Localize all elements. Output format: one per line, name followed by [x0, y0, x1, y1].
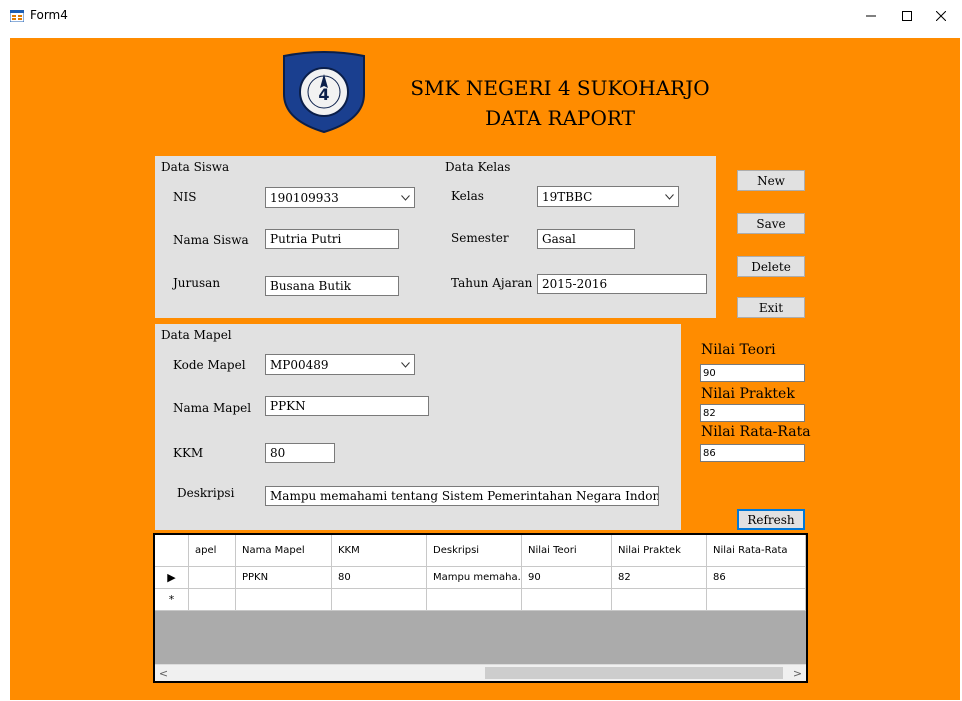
kelas-label: Kelas [451, 189, 484, 203]
window-title: Form4 [30, 8, 68, 22]
save-button[interactable]: Save [737, 213, 805, 234]
nama-siswa-label: Nama Siswa [173, 233, 249, 247]
jurusan-label: Jurusan [173, 276, 221, 290]
nis-label: NIS [173, 190, 197, 204]
page-title: DATA RAPORT [485, 106, 635, 130]
form-app-icon [10, 10, 24, 22]
table-cell[interactable] [189, 589, 236, 611]
column-header[interactable]: apel [189, 535, 236, 567]
data-siswa-title: Data Siswa [161, 160, 230, 174]
column-header[interactable]: Nilai Praktek [612, 535, 707, 567]
kode-mapel-label: Kode Mapel [173, 358, 246, 372]
table-cell[interactable] [707, 589, 806, 611]
kkm-input[interactable]: 80 [265, 443, 335, 463]
nilai-rata-rata-input[interactable]: 86 [700, 444, 805, 462]
nilai-praktek-input[interactable]: 82 [700, 404, 805, 422]
nilai-praktek-label: Nilai Praktek [701, 386, 795, 402]
scroll-right-icon[interactable]: > [789, 665, 806, 681]
minimize-icon [866, 15, 876, 17]
nilai-teori-label: Nilai Teori [701, 342, 776, 358]
kkm-label: KKM [173, 446, 204, 460]
row-selector-icon[interactable]: ▶ [155, 567, 189, 589]
table-cell[interactable]: PPKN [236, 567, 332, 589]
table-row-new[interactable]: * [155, 589, 806, 611]
nama-siswa-input[interactable]: Putria Putri [265, 229, 399, 249]
chevron-down-icon [396, 355, 414, 374]
svg-text:4: 4 [318, 85, 329, 104]
grid-corner-header [155, 535, 189, 567]
title-bar: Form4 [0, 0, 962, 32]
tahun-ajaran-input[interactable]: 2015-2016 [537, 274, 707, 294]
deskripsi-label: Deskripsi [177, 486, 235, 500]
table-cell[interactable] [522, 589, 612, 611]
semester-label: Semester [451, 231, 509, 245]
nis-combo-value: 190109933 [270, 190, 339, 205]
table-cell[interactable] [427, 589, 522, 611]
table-cell[interactable] [236, 589, 332, 611]
data-kelas-title: Data Kelas [445, 160, 511, 174]
close-button[interactable] [918, 0, 962, 32]
close-icon [936, 11, 946, 21]
exit-button[interactable]: Exit [737, 297, 805, 318]
table-cell[interactable] [189, 567, 236, 589]
tahun-ajaran-label: Tahun Ajaran [451, 276, 533, 290]
form-client-area: 4 SMK NEGERI 4 SUKOHARJO DATA RAPORT Dat… [10, 38, 960, 700]
raport-data-grid[interactable]: apel Nama Mapel KKM Deskripsi Nilai Teor… [153, 533, 808, 683]
school-logo: 4 [283, 51, 365, 134]
table-cell[interactable] [332, 589, 427, 611]
nilai-teori-input[interactable]: 90 [700, 364, 805, 382]
refresh-button[interactable]: Refresh [737, 509, 805, 530]
grid-header-row: apel Nama Mapel KKM Deskripsi Nilai Teor… [155, 535, 806, 567]
chevron-down-icon [396, 188, 414, 207]
column-header[interactable]: Nilai Rata-Rata [707, 535, 806, 567]
nama-mapel-input[interactable]: PPKN [265, 396, 429, 416]
nis-combo[interactable]: 190109933 [265, 187, 415, 208]
deskripsi-input[interactable]: Mampu memahami tentang Sistem Pemerintah… [265, 486, 659, 506]
table-cell[interactable]: Mampu memaha... [427, 567, 522, 589]
horizontal-scrollbar[interactable]: < > [155, 664, 806, 681]
school-name-heading: SMK NEGERI 4 SUKOHARJO [410, 76, 710, 100]
semester-input[interactable]: Gasal [537, 229, 635, 249]
table-cell[interactable]: 86 [707, 567, 806, 589]
table-cell[interactable]: 90 [522, 567, 612, 589]
maximize-icon [902, 11, 912, 21]
column-header[interactable]: Nama Mapel [236, 535, 332, 567]
nilai-rata-rata-label: Nilai Rata-Rata [701, 424, 811, 440]
table-cell[interactable]: 80 [332, 567, 427, 589]
jurusan-input[interactable]: Busana Butik [265, 276, 399, 296]
table-cell[interactable]: 82 [612, 567, 707, 589]
new-row-icon[interactable]: * [155, 589, 189, 611]
kode-mapel-combo[interactable]: MP00489 [265, 354, 415, 375]
new-button[interactable]: New [737, 170, 805, 191]
column-header[interactable]: Deskripsi [427, 535, 522, 567]
kelas-combo[interactable]: 19TBBC [537, 186, 679, 207]
data-siswa-kelas-group: Data Siswa NIS 190109933 Nama Siswa Putr… [155, 156, 716, 318]
column-header[interactable]: KKM [332, 535, 427, 567]
table-cell[interactable] [612, 589, 707, 611]
scroll-left-icon[interactable]: < [155, 665, 172, 681]
kelas-combo-value: 19TBBC [542, 189, 593, 204]
kode-mapel-combo-value: MP00489 [270, 357, 329, 372]
data-mapel-group: Data Mapel Kode Mapel MP00489 Nama Mapel… [155, 324, 681, 530]
table-row[interactable]: ▶ PPKN 80 Mampu memaha... 90 82 86 [155, 567, 806, 589]
chevron-down-icon [660, 187, 678, 206]
nama-mapel-label: Nama Mapel [173, 401, 252, 415]
data-mapel-title: Data Mapel [161, 328, 232, 342]
delete-button[interactable]: Delete [737, 256, 805, 277]
scrollbar-thumb[interactable] [485, 667, 783, 679]
column-header[interactable]: Nilai Teori [522, 535, 612, 567]
